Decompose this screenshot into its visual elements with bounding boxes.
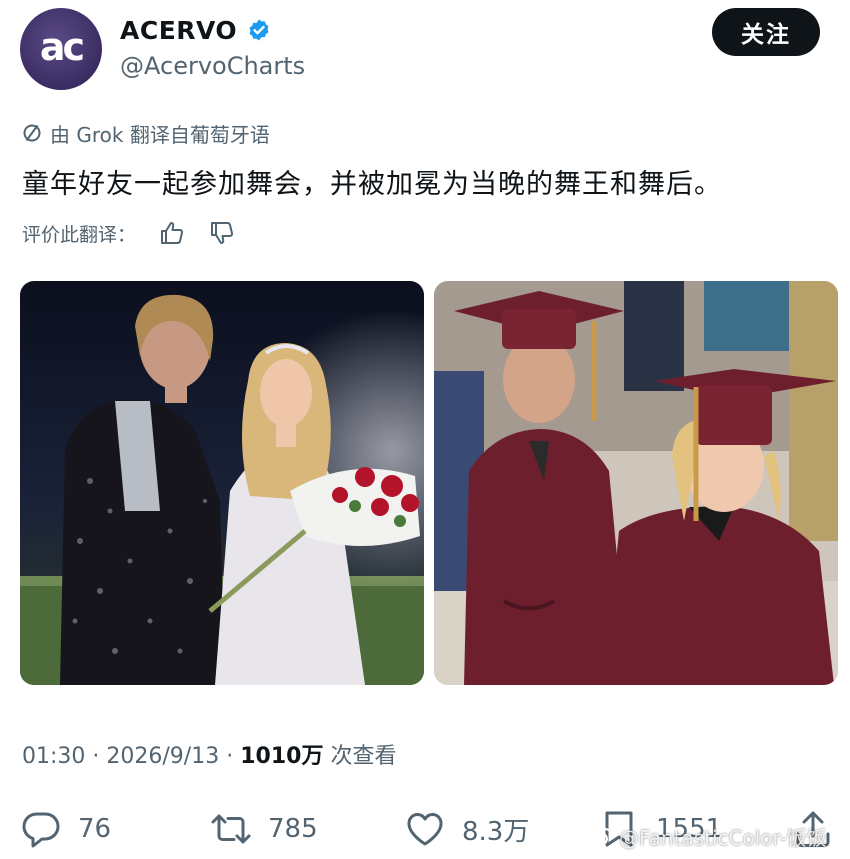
- avatar[interactable]: ac: [20, 8, 102, 90]
- tweet-date[interactable]: 2026/9/13: [106, 744, 219, 769]
- photo-right-illustration: [434, 281, 838, 685]
- tweet-text: 童年好友一起参加舞会，并被加冕为当晚的舞王和舞后。: [22, 169, 722, 200]
- view-count: 1010万: [240, 744, 324, 769]
- thumbs-down-icon[interactable]: [208, 219, 236, 247]
- thumbs-up-icon[interactable]: [158, 219, 186, 247]
- heart-icon: [407, 813, 443, 846]
- weibo-logo-icon: [586, 827, 612, 847]
- avatar-logo: ac: [39, 25, 85, 69]
- repost-button[interactable]: 785: [210, 804, 318, 854]
- translation-note-text: 由 Grok 翻译自葡萄牙语: [50, 122, 270, 147]
- reply-button[interactable]: 76: [20, 804, 111, 854]
- rate-translation-label: 评价此翻译：: [22, 223, 137, 246]
- watermark-text: @FantasticColor-饭饭: [619, 826, 827, 850]
- tweet-meta: 01:30 · 2026/9/13 · 1010万 次查看: [22, 738, 396, 770]
- reply-icon: [22, 812, 60, 848]
- translation-note: 由 Grok 翻译自葡萄牙语: [22, 118, 270, 148]
- tweet-time[interactable]: 01:30: [22, 744, 85, 769]
- watermark: @FantasticColor-饭饭: [585, 822, 827, 851]
- photo-homecoming-king-queen[interactable]: [20, 281, 424, 685]
- repost-icon: [211, 814, 251, 844]
- photo-childhood-graduation[interactable]: [434, 281, 838, 685]
- author-name-row: ACERVO: [120, 12, 271, 48]
- verified-badge-icon: [249, 19, 269, 41]
- meta-separator-2: ·: [226, 744, 241, 769]
- like-button[interactable]: 8.3万: [404, 804, 529, 854]
- meta-separator-1: ·: [92, 744, 107, 769]
- display-name[interactable]: ACERVO: [120, 16, 237, 45]
- repost-count: 785: [268, 814, 318, 844]
- follow-button[interactable]: 关注: [712, 8, 820, 56]
- view-count-suffix: 次查看: [330, 744, 397, 769]
- rate-translation-row: 评价此翻译：: [22, 216, 236, 250]
- author-handle[interactable]: @AcervoCharts: [120, 52, 305, 80]
- translate-icon: [23, 124, 41, 142]
- reply-count: 76: [78, 814, 112, 844]
- photo-left-illustration: [20, 281, 424, 685]
- like-count: 8.3万: [462, 816, 530, 847]
